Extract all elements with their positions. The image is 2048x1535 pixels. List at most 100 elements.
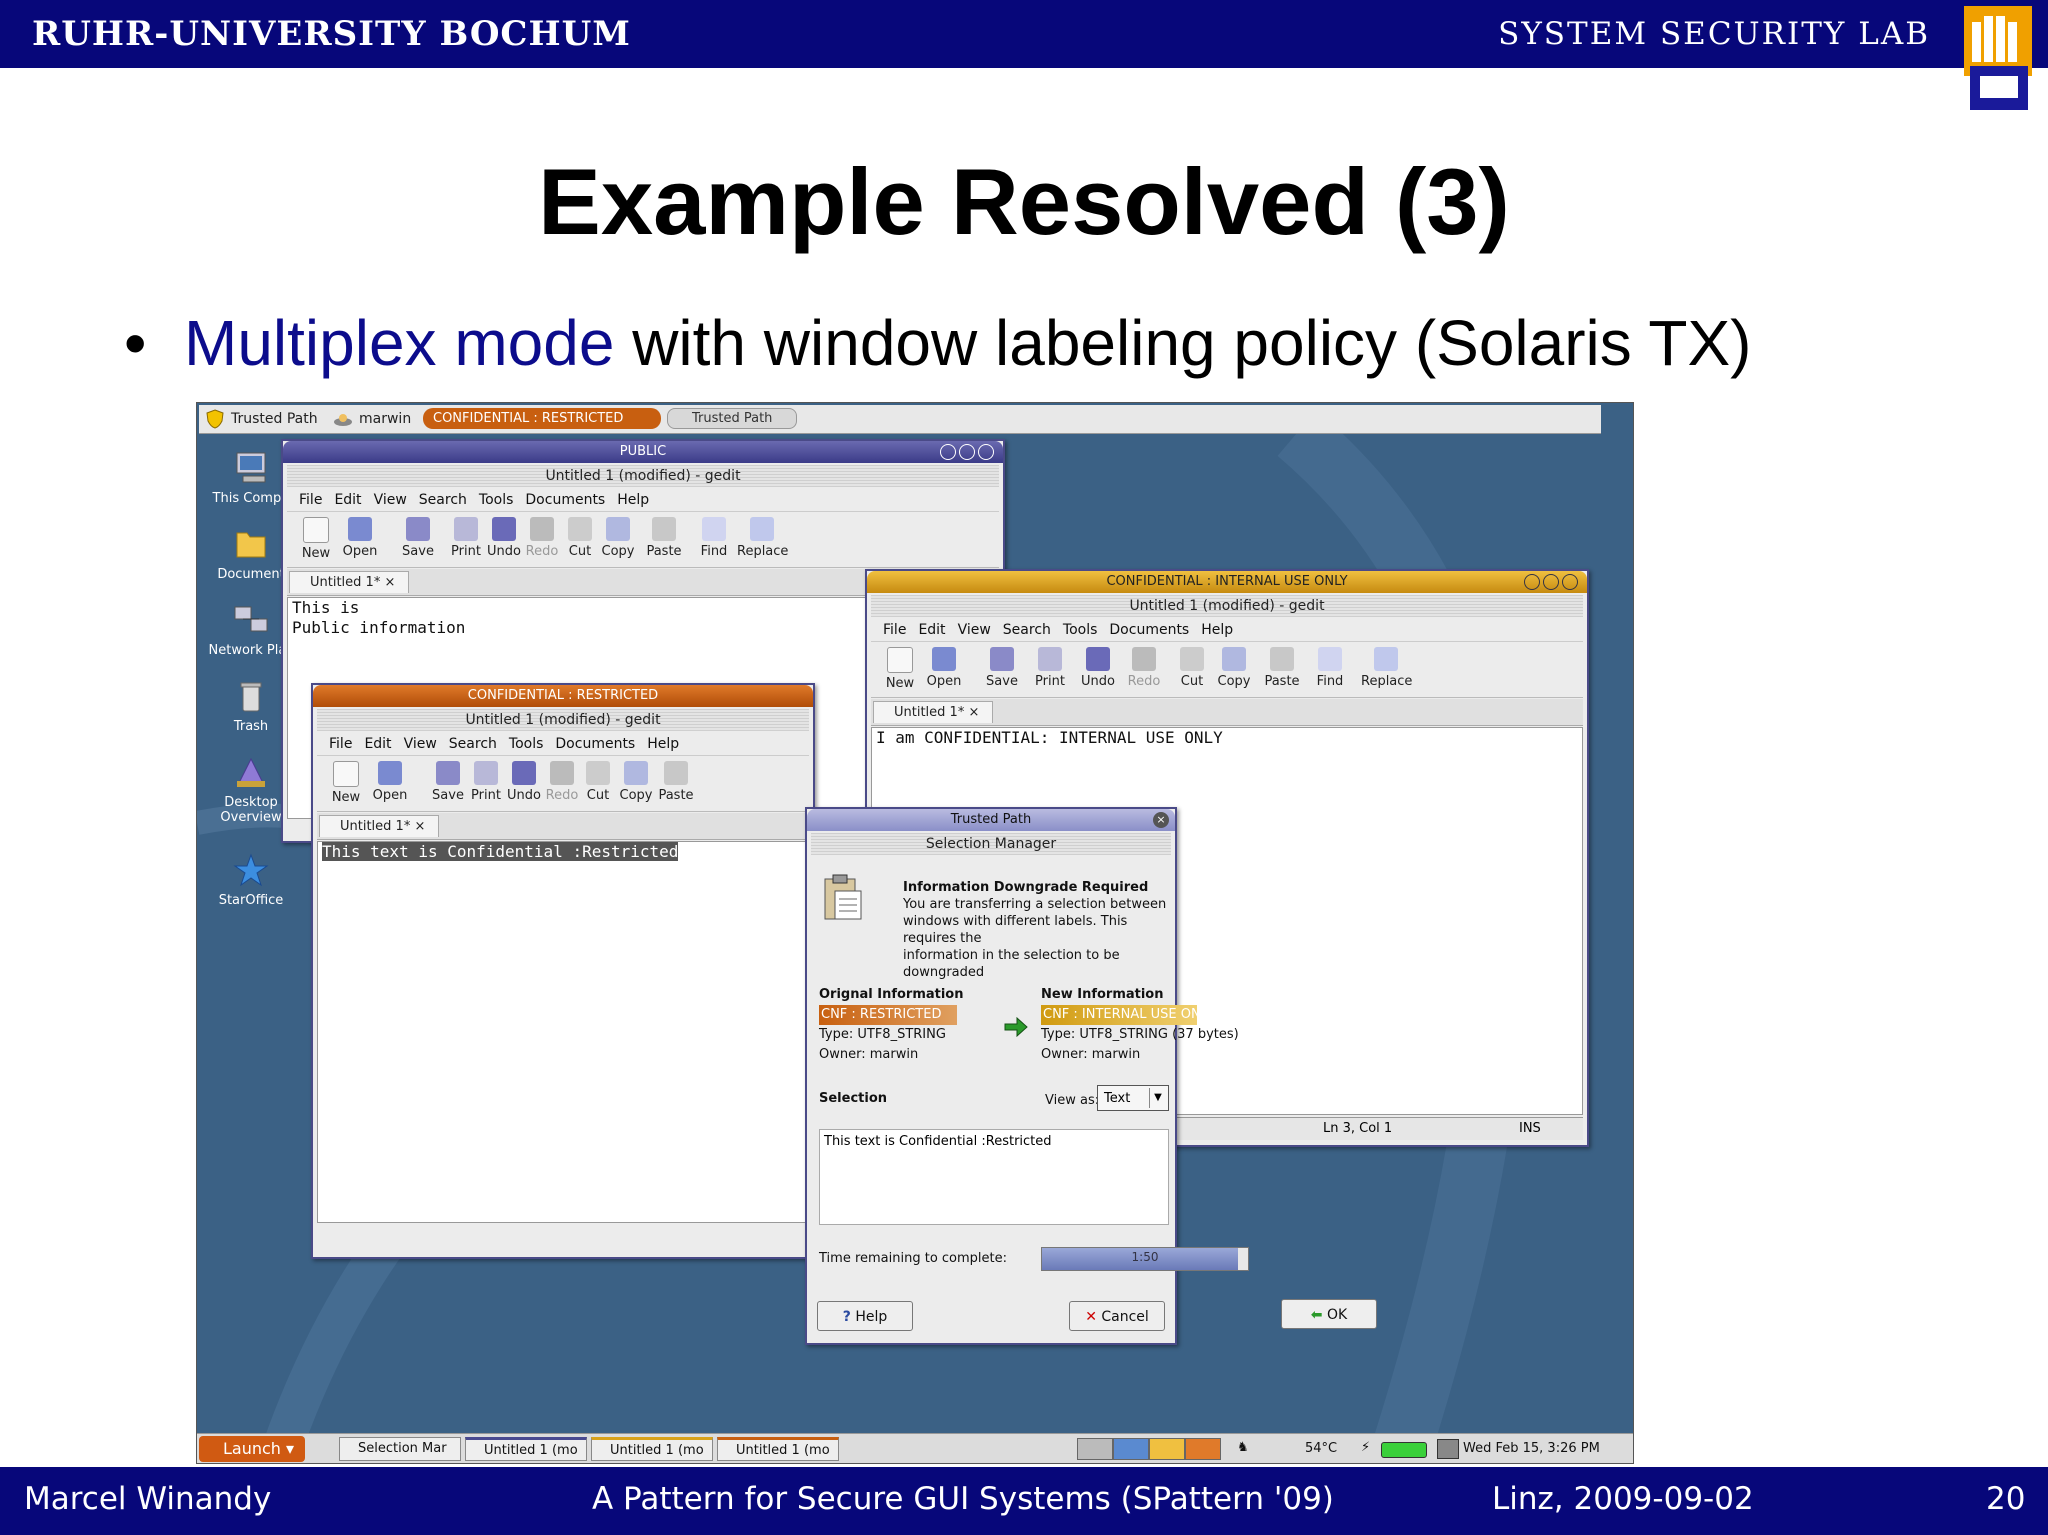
- tool-copy[interactable]: Copy: [593, 517, 643, 559]
- window-label-bar[interactable]: CONFIDENTIAL : RESTRICTED: [313, 685, 813, 707]
- minimize-icon[interactable]: [1523, 574, 1540, 590]
- trash-icon: [240, 682, 262, 712]
- menu-help[interactable]: Help: [647, 736, 679, 752]
- window-label-bar[interactable]: PUBLIC: [283, 441, 1003, 463]
- close-icon[interactable]: [977, 444, 994, 460]
- menu-file[interactable]: File: [883, 622, 906, 638]
- tool-open[interactable]: Open: [365, 761, 415, 803]
- workspace-switcher[interactable]: [1077, 1438, 1227, 1460]
- new-icon: [333, 761, 359, 787]
- tool-open[interactable]: Open: [919, 647, 969, 689]
- menu-search[interactable]: Search: [1003, 622, 1051, 638]
- toolbar: New Open Save Print Undo Redo Cut Copy P…: [287, 513, 999, 568]
- document-tab[interactable]: Untitled 1* ×: [873, 701, 993, 723]
- tool-copy[interactable]: Copy: [1209, 647, 1259, 689]
- window-label-bar[interactable]: CONFIDENTIAL : INTERNAL USE ONLY: [867, 571, 1587, 593]
- footer-place-date: Linz, 2009-09-02: [1492, 1481, 1754, 1517]
- dialog-titlebar[interactable]: Trusted Path ×: [807, 809, 1175, 831]
- current-label-badge[interactable]: CONFIDENTIAL : RESTRICTED: [423, 408, 661, 429]
- workspace-4[interactable]: [1185, 1438, 1221, 1460]
- document-tab[interactable]: Untitled 1* ×: [319, 815, 439, 837]
- task-button[interactable]: Selection Mar: [339, 1437, 461, 1461]
- university-name: RUHR-UNIVERSITY BOCHUM: [32, 14, 631, 54]
- menu-bar: File Edit View Search Tools Documents Help: [871, 619, 1583, 642]
- minimize-icon[interactable]: [939, 444, 956, 460]
- maximize-icon[interactable]: [958, 444, 975, 460]
- time-remaining-label: Time remaining to complete:: [819, 1251, 1008, 1266]
- tool-undo[interactable]: Undo: [1073, 647, 1123, 689]
- cancel-button[interactable]: ✕ Cancel: [1069, 1301, 1165, 1331]
- chevron-down-icon: ▼: [1149, 1088, 1166, 1108]
- menu-help[interactable]: Help: [1201, 622, 1233, 638]
- save-icon: [990, 647, 1014, 671]
- close-icon[interactable]: ×: [1153, 812, 1169, 828]
- menu-edit[interactable]: Edit: [364, 736, 391, 752]
- tool-find[interactable]: Find: [689, 517, 739, 559]
- notification-icon[interactable]: ♞: [1237, 1440, 1249, 1455]
- selection-manager-dialog[interactable]: Trusted Path × Selection Manager Informa…: [805, 807, 1249, 1345]
- menu-documents[interactable]: Documents: [555, 736, 635, 752]
- selected-text[interactable]: This text is Confidential :Restricted: [322, 842, 679, 861]
- menu-documents[interactable]: Documents: [525, 492, 605, 508]
- insert-mode: INS: [1519, 1121, 1541, 1136]
- trusted-path-button[interactable]: Trusted Path: [667, 408, 797, 429]
- selection-text-area[interactable]: This text is Confidential :Restricted: [819, 1129, 1169, 1225]
- slide-title: Example Resolved (3): [538, 149, 1510, 254]
- tool-new[interactable]: New: [321, 761, 371, 805]
- menu-file[interactable]: File: [329, 736, 352, 752]
- menu-edit[interactable]: Edit: [918, 622, 945, 638]
- tool-replace[interactable]: Replace: [737, 517, 788, 559]
- workspace-2[interactable]: [1113, 1438, 1149, 1460]
- menu-help[interactable]: Help: [617, 492, 649, 508]
- menu-search[interactable]: Search: [419, 492, 467, 508]
- menu-view[interactable]: View: [958, 622, 991, 638]
- help-button[interactable]: ? Help: [817, 1301, 913, 1331]
- close-icon[interactable]: [1561, 574, 1578, 590]
- trusted-path-label: Trusted Path: [231, 411, 318, 427]
- clock[interactable]: Wed Feb 15, 3:26 PM: [1463, 1441, 1600, 1456]
- menu-bar: File Edit View Search Tools Documents Help: [317, 733, 809, 756]
- menu-tools[interactable]: Tools: [479, 492, 514, 508]
- help-icon: ?: [842, 1309, 851, 1325]
- desktop-icon-staroffice[interactable]: StarOffice: [201, 853, 301, 908]
- document-tab[interactable]: Untitled 1* ×: [289, 571, 409, 593]
- tool-print[interactable]: Print: [1025, 647, 1075, 689]
- workspace-3[interactable]: [1149, 1438, 1185, 1460]
- window-confidential-restricted[interactable]: CONFIDENTIAL : RESTRICTED Untitled 1 (mo…: [311, 683, 815, 1259]
- menu-tools[interactable]: Tools: [1063, 622, 1098, 638]
- task-button[interactable]: Untitled 1 (mo: [591, 1437, 713, 1461]
- tool-new[interactable]: New: [875, 647, 925, 691]
- menu-search[interactable]: Search: [449, 736, 497, 752]
- menu-view[interactable]: View: [374, 492, 407, 508]
- menu-tools[interactable]: Tools: [509, 736, 544, 752]
- tool-find[interactable]: Find: [1305, 647, 1355, 689]
- tool-paste[interactable]: Paste: [639, 517, 689, 559]
- task-button[interactable]: Untitled 1 (mo: [717, 1437, 839, 1461]
- monitor-icon: [1437, 1439, 1459, 1459]
- tool-save[interactable]: Save: [977, 647, 1027, 689]
- original-type: Type: UTF8_STRING: [819, 1027, 946, 1042]
- print-icon: [1038, 647, 1062, 671]
- tool-paste[interactable]: Paste: [651, 761, 701, 803]
- menu-documents[interactable]: Documents: [1109, 622, 1189, 638]
- tool-paste[interactable]: Paste: [1257, 647, 1307, 689]
- text-editor[interactable]: This text is Confidential :Restricted: [317, 841, 809, 1223]
- ok-button[interactable]: ⬅ OK: [1281, 1299, 1377, 1329]
- toolbar: New Open Save Print Undo Redo Cut Copy P…: [317, 757, 809, 812]
- menu-edit[interactable]: Edit: [334, 492, 361, 508]
- tool-save[interactable]: Save: [393, 517, 443, 559]
- tool-redo[interactable]: Redo: [1119, 647, 1169, 689]
- tool-new[interactable]: New: [291, 517, 341, 561]
- task-button[interactable]: Untitled 1 (mo: [465, 1437, 587, 1461]
- maximize-icon[interactable]: [1542, 574, 1559, 590]
- dialog-subtitle: Selection Manager: [811, 833, 1171, 855]
- view-as-select[interactable]: Text ▼: [1097, 1085, 1169, 1111]
- launch-button[interactable]: Launch ▾: [199, 1436, 305, 1462]
- tool-open[interactable]: Open: [335, 517, 385, 559]
- menu-file[interactable]: File: [299, 492, 322, 508]
- bullet-highlight: Multiplex mode: [184, 307, 615, 379]
- workspace-1[interactable]: [1077, 1438, 1113, 1460]
- tool-replace[interactable]: Replace: [1361, 647, 1412, 689]
- menu-view[interactable]: View: [404, 736, 437, 752]
- new-info-heading: New Information: [1041, 987, 1164, 1002]
